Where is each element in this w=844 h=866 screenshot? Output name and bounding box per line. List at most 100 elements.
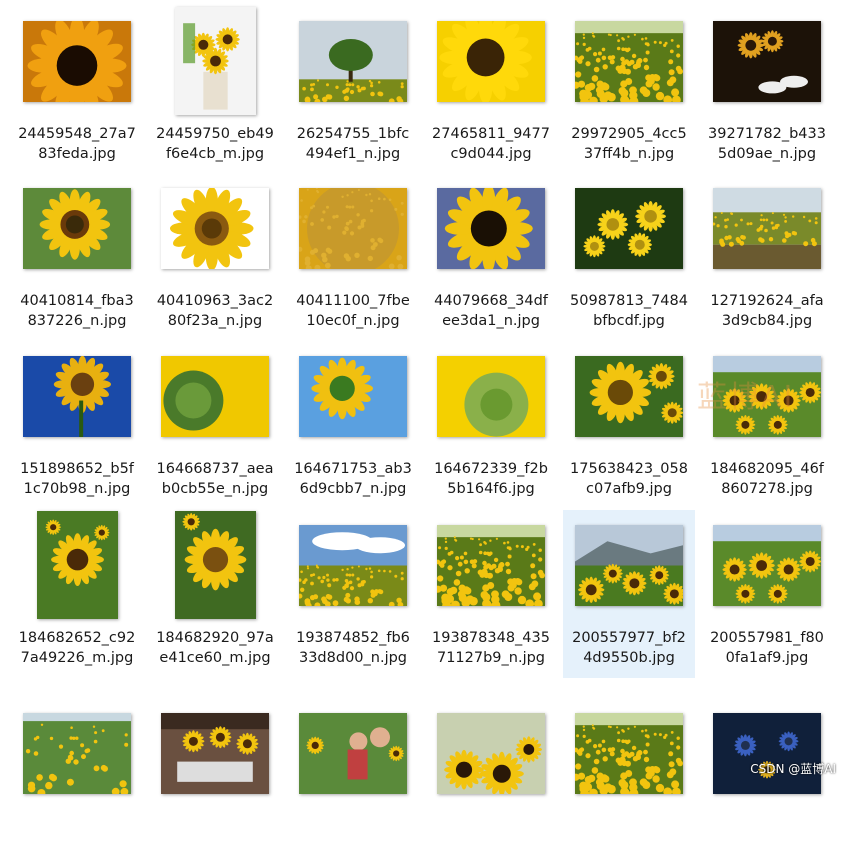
thumbnail-container [149, 698, 281, 808]
file-item[interactable]: 193874852_fb6 33d8d00_n.jpg [287, 510, 419, 678]
thumbnail-container [287, 173, 419, 283]
image-thumbnail-icon[interactable] [437, 712, 545, 794]
file-name-label: 39271782_b433 5d09ae_n.jpg [708, 126, 826, 162]
image-thumbnail-icon[interactable] [713, 524, 821, 606]
image-thumbnail-icon[interactable] [299, 712, 407, 794]
thumbnail-container [11, 6, 143, 116]
file-name-label: 26254755_1bfc 494ef1_n.jpg [296, 126, 410, 162]
image-thumbnail-icon[interactable] [161, 187, 269, 269]
image-thumbnail-icon[interactable] [713, 20, 821, 102]
file-name-label: 184682095_46f 8607278.jpg [710, 461, 824, 497]
image-thumbnail-icon[interactable] [713, 187, 821, 269]
file-item[interactable]: 40411100_7fbe 10ec0f_n.jpg [287, 173, 419, 341]
image-thumbnail-icon[interactable] [575, 712, 683, 794]
file-item[interactable]: 50987813_7484 bfbcdf.jpg [563, 173, 695, 341]
file-name-label: 44079668_34df ee3da1_n.jpg [434, 293, 548, 329]
file-item[interactable]: 184682920_97a e41ce60_m.jpg [149, 510, 281, 678]
file-name-label: 127192624_afa 3d9cb84.jpg [710, 293, 824, 329]
image-thumbnail-icon[interactable] [161, 712, 269, 794]
image-thumbnail-icon[interactable] [299, 187, 407, 269]
thumbnail-container [563, 698, 695, 808]
image-thumbnail-icon[interactable] [575, 355, 683, 437]
image-thumbnail-icon[interactable] [23, 187, 131, 269]
file-item[interactable]: 175638423_058 c07afb9.jpg [563, 341, 695, 509]
thumbnail-container [287, 341, 419, 451]
file-item[interactable]: 24459548_27a7 83feda.jpg [11, 6, 143, 174]
image-thumbnail-icon[interactable] [23, 355, 131, 437]
thumbnail-container [149, 341, 281, 451]
file-item[interactable]: 24459750_eb49 f6e4cb_m.jpg [149, 6, 281, 174]
image-thumbnail-icon[interactable] [437, 355, 545, 437]
file-item[interactable]: 164668737_aea b0cb55e_n.jpg [149, 341, 281, 509]
image-thumbnail-icon[interactable] [299, 524, 407, 606]
thumbnail-container [287, 6, 419, 116]
file-item[interactable]: 193878348_435 71127b9_n.jpg [425, 510, 557, 678]
image-thumbnail-icon[interactable] [437, 20, 545, 102]
thumbnail-container [425, 341, 557, 451]
file-item[interactable]: 164671753_ab3 6d9cbb7_n.jpg [287, 341, 419, 509]
image-thumbnail-icon[interactable] [36, 511, 118, 619]
file-item[interactable] [425, 698, 557, 866]
image-thumbnail-icon[interactable] [23, 20, 131, 102]
file-name-label: 151898652_b5f 1c70b98_n.jpg [20, 461, 134, 497]
file-item[interactable]: 200557981_f80 0fa1af9.jpg [701, 510, 833, 678]
thumbnail-container [287, 698, 419, 808]
file-item[interactable]: 184682095_46f 8607278.jpg [701, 341, 833, 509]
thumbnail-container [149, 173, 281, 283]
file-item[interactable] [287, 698, 419, 866]
file-item[interactable]: 151898652_b5f 1c70b98_n.jpg [11, 341, 143, 509]
file-item[interactable]: 27465811_9477 c9d044.jpg [425, 6, 557, 174]
image-thumbnail-icon[interactable] [299, 20, 407, 102]
thumbnail-container [563, 173, 695, 283]
file-item[interactable]: 184682652_c92 7a49226_m.jpg [11, 510, 143, 678]
file-name-label: 27465811_9477 c9d044.jpg [432, 126, 550, 162]
file-name-label: 184682652_c92 7a49226_m.jpg [18, 630, 136, 666]
file-name-label: 29972905_4cc5 37ff4b_n.jpg [571, 126, 687, 162]
thumbnail-container [425, 510, 557, 620]
file-name-label: 50987813_7484 bfbcdf.jpg [570, 293, 688, 329]
file-name-label: 200557981_f80 0fa1af9.jpg [710, 630, 824, 666]
file-item[interactable]: 127192624_afa 3d9cb84.jpg [701, 173, 833, 341]
image-thumbnail-icon[interactable] [161, 355, 269, 437]
thumbnail-container [563, 6, 695, 116]
image-thumbnail-icon[interactable] [575, 524, 683, 606]
file-name-label: 164668737_aea b0cb55e_n.jpg [156, 461, 274, 497]
file-item[interactable]: 40410814_fba3 837226_n.jpg [11, 173, 143, 341]
thumbnail-container [701, 173, 833, 283]
file-item[interactable] [701, 698, 833, 866]
file-name-label: 40411100_7fbe 10ec0f_n.jpg [296, 293, 410, 329]
file-name-label: 164671753_ab3 6d9cbb7_n.jpg [294, 461, 412, 497]
thumbnail-container [11, 173, 143, 283]
thumbnail-container [701, 698, 833, 808]
file-item[interactable] [149, 698, 281, 866]
image-thumbnail-icon[interactable] [299, 355, 407, 437]
image-thumbnail-icon[interactable] [437, 187, 545, 269]
image-thumbnail-icon[interactable] [23, 712, 131, 794]
image-thumbnail-icon[interactable] [575, 187, 683, 269]
image-thumbnail-icon[interactable] [174, 7, 256, 115]
image-thumbnail-icon[interactable] [713, 712, 821, 794]
file-item[interactable]: 200557977_bf2 4d9550b.jpg [563, 510, 695, 678]
image-thumbnail-icon[interactable] [174, 511, 256, 619]
file-item[interactable]: 44079668_34df ee3da1_n.jpg [425, 173, 557, 341]
thumbnail-container [11, 510, 143, 620]
file-item[interactable]: 40410963_3ac2 80f23a_n.jpg [149, 173, 281, 341]
thumbnail-container [287, 510, 419, 620]
thumbnail-container [425, 698, 557, 808]
file-name-label: 24459548_27a7 83feda.jpg [18, 126, 136, 162]
file-item[interactable]: 26254755_1bfc 494ef1_n.jpg [287, 6, 419, 174]
thumbnail-container [563, 510, 695, 620]
file-name-label: 184682920_97a e41ce60_m.jpg [156, 630, 274, 666]
thumbnail-container [149, 6, 281, 116]
file-item[interactable] [11, 698, 143, 866]
file-item[interactable] [563, 698, 695, 866]
file-name-label: 164672339_f2b 5b164f6.jpg [434, 461, 548, 497]
file-item[interactable]: 39271782_b433 5d09ae_n.jpg [701, 6, 833, 174]
file-item[interactable]: 29972905_4cc5 37ff4b_n.jpg [563, 6, 695, 174]
image-thumbnail-icon[interactable] [437, 524, 545, 606]
file-item[interactable]: 164672339_f2b 5b164f6.jpg [425, 341, 557, 509]
file-name-label: 40410963_3ac2 80f23a_n.jpg [156, 293, 274, 329]
thumbnail-container [11, 341, 143, 451]
image-thumbnail-icon[interactable] [575, 20, 683, 102]
file-name-label: 175638423_058 c07afb9.jpg [570, 461, 688, 497]
